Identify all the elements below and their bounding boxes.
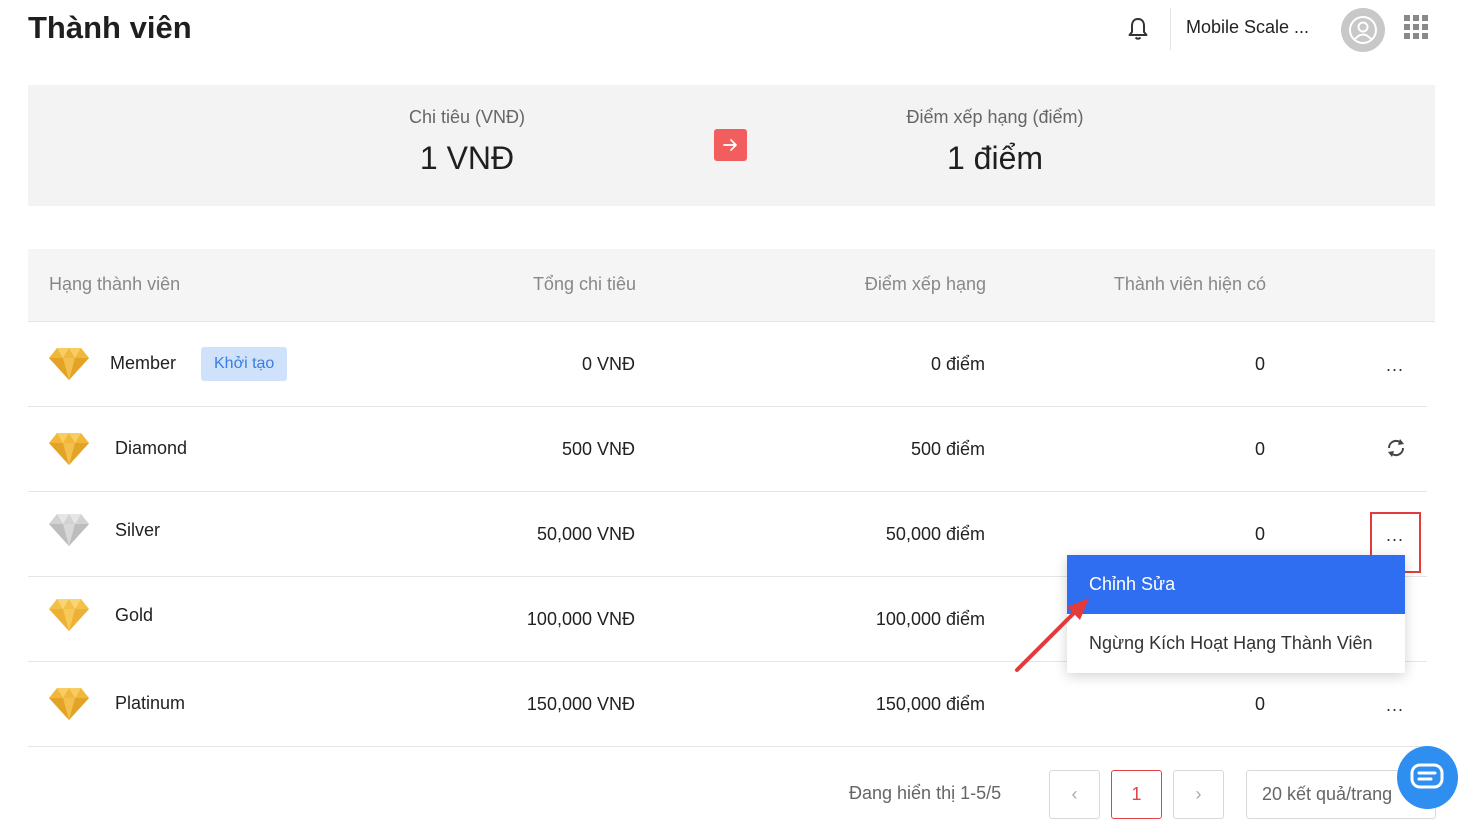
- diamond-gem-icon: [49, 514, 89, 546]
- spend-cell: 100,000 VNĐ: [526, 609, 635, 629]
- spend-cell: 150,000 VNĐ: [526, 694, 635, 714]
- spend-summary-value: 1 VNĐ: [419, 140, 515, 176]
- points-cell: 50,000 điểm: [885, 524, 985, 544]
- points-summary-value: 1 điểm: [946, 140, 1044, 176]
- menu-item-edit[interactable]: Chỉnh Sửa: [1067, 555, 1405, 614]
- points-summary-label: Điểm xếp hạng (điểm): [906, 107, 1084, 127]
- rank-name: Silver: [115, 520, 161, 540]
- diamond-gem-icon: [49, 433, 89, 465]
- column-header-points: Điểm xếp hạng: [864, 274, 986, 294]
- convert-button[interactable]: [714, 129, 747, 161]
- column-header-members: Thành viên hiện có: [1113, 274, 1266, 294]
- apps-grid-icon[interactable]: [1404, 15, 1428, 39]
- points-cell: 0 điểm: [930, 354, 985, 374]
- rank-name: Diamond: [115, 438, 188, 458]
- page-title: Thành viên: [28, 10, 192, 45]
- table-row: Platinum 150,000 VNĐ 150,000 điểm 0 ...: [28, 662, 1427, 747]
- pagination-page-1[interactable]: 1: [1111, 770, 1162, 819]
- topbar-divider: [1170, 8, 1171, 50]
- pagination-info: Đang hiển thị 1-5/5: [849, 783, 1002, 803]
- spend-cell: 50,000 VNĐ: [536, 524, 635, 544]
- more-actions-button[interactable]: ...: [1386, 356, 1410, 380]
- sync-icon[interactable]: [1385, 437, 1407, 459]
- spend-cell: 500 VNĐ: [561, 439, 635, 459]
- status-badge: Khởi tạo: [201, 347, 288, 381]
- user-avatar-icon[interactable]: [1341, 8, 1385, 52]
- chat-icon[interactable]: [1397, 746, 1458, 809]
- more-actions-button[interactable]: ...: [1386, 696, 1410, 720]
- table-row: Diamond 500 VNĐ 500 điểm 0: [28, 407, 1427, 492]
- annotation-arrow: [1015, 598, 1089, 672]
- pagination-next-button[interactable]: ›: [1173, 770, 1224, 819]
- diamond-gem-icon: [49, 688, 89, 720]
- pagination-prev-button[interactable]: ‹: [1049, 770, 1100, 819]
- spend-summary-label: Chi tiêu (VNĐ): [408, 107, 526, 127]
- spend-summary: Chi tiêu (VNĐ) 1 VNĐ: [267, 85, 667, 177]
- bell-icon[interactable]: [1126, 16, 1150, 42]
- members-cell: 0: [1255, 524, 1266, 544]
- menu-item-deactivate[interactable]: Ngừng Kích Hoạt Hạng Thành Viên: [1067, 614, 1405, 673]
- rank-name: Member: [110, 353, 177, 373]
- rank-name: Gold: [115, 605, 154, 625]
- members-cell: 0: [1255, 694, 1266, 714]
- members-cell: 0: [1255, 439, 1266, 459]
- column-header-spend: Tổng chi tiêu: [532, 274, 636, 294]
- points-cell: 100,000 điểm: [875, 609, 985, 629]
- row-actions-menu: Chỉnh Sửa Ngừng Kích Hoạt Hạng Thành Viê…: [1067, 555, 1405, 673]
- arrow-right-icon: [723, 139, 737, 151]
- spend-cell: 0 VNĐ: [581, 354, 635, 374]
- table-header: Hạng thành viên Tổng chi tiêu Điểm xếp h…: [28, 249, 1435, 322]
- points-cell: 150,000 điểm: [875, 694, 985, 714]
- members-cell: 0: [1255, 354, 1266, 374]
- points-summary: Điểm xếp hạng (điểm) 1 điểm: [795, 85, 1195, 177]
- company-name[interactable]: Mobile Scale ...: [1186, 17, 1309, 38]
- diamond-gem-icon: [49, 599, 89, 631]
- diamond-gem-icon: [49, 348, 89, 380]
- rank-name: Platinum: [115, 693, 186, 713]
- column-header-rank: Hạng thành viên: [49, 274, 181, 294]
- points-cell: 500 điểm: [910, 439, 985, 459]
- table-row: Member Khởi tạo 0 VNĐ 0 điểm 0 ...: [28, 322, 1427, 407]
- conversion-summary: Chi tiêu (VNĐ) 1 VNĐ Điểm xếp hạng (điểm…: [28, 85, 1435, 206]
